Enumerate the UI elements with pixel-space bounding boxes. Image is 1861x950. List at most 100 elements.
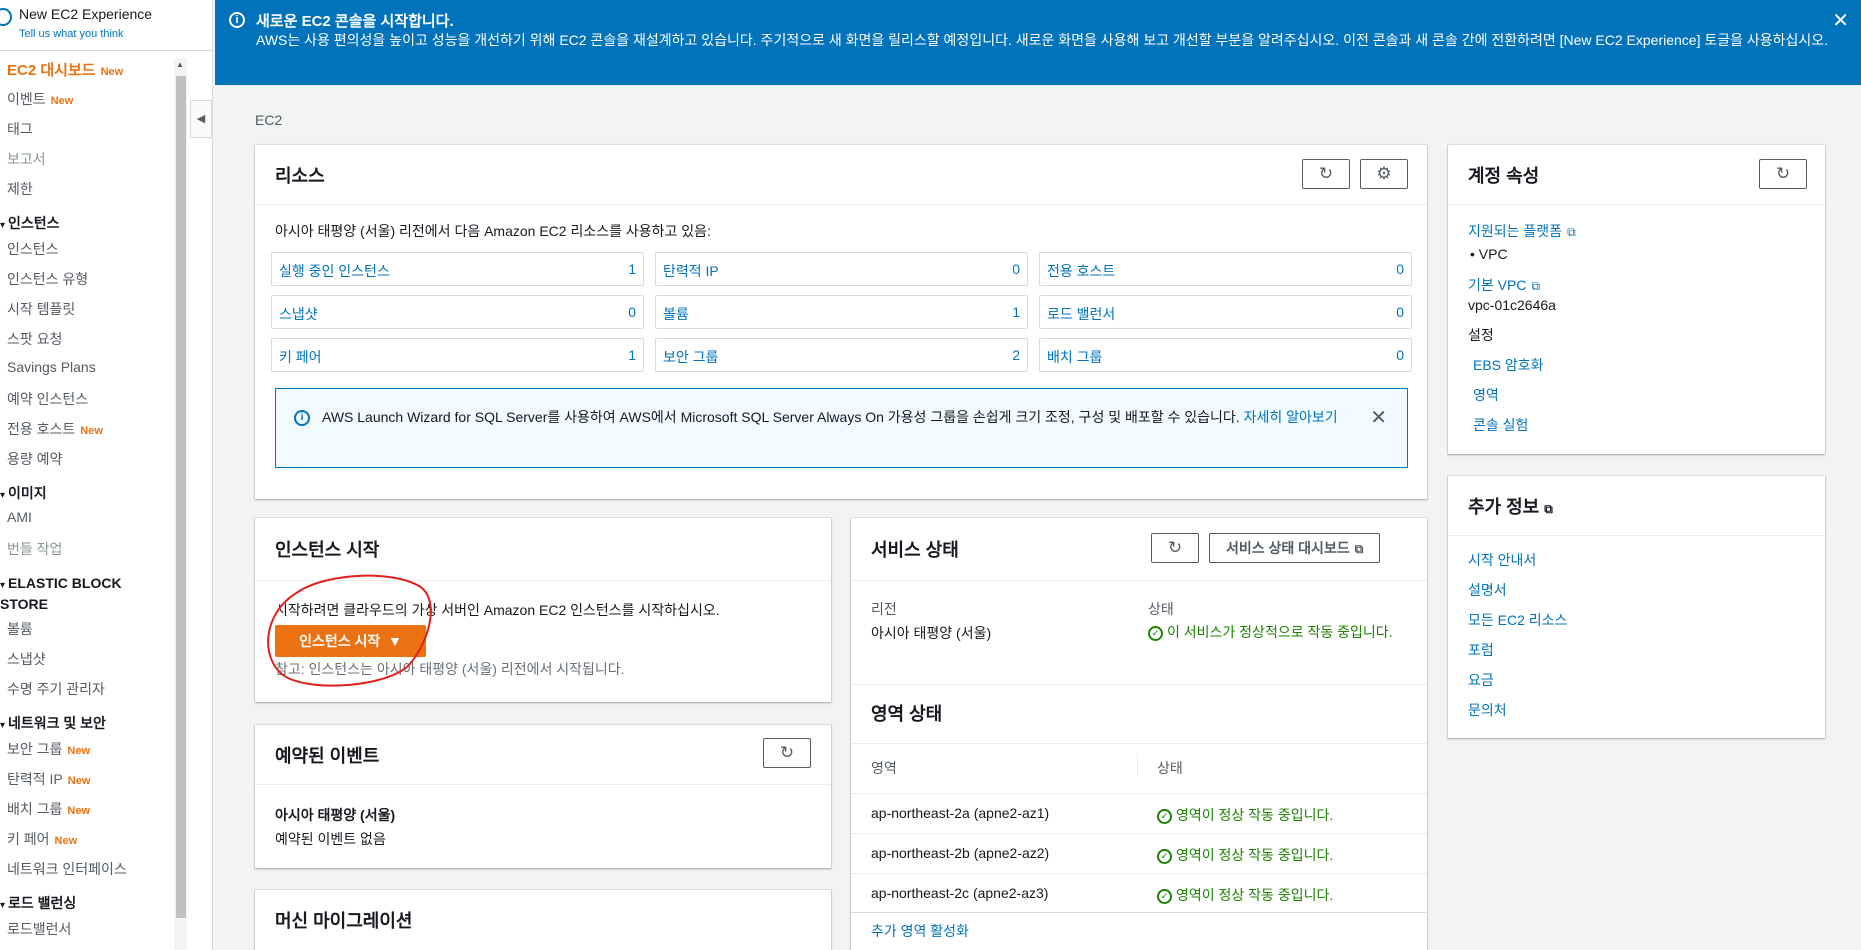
nav-capacity-reservations[interactable]: 용량 예약 <box>7 449 62 469</box>
resource-running-instances[interactable]: 실행 중인 인스턴스 1 <box>271 252 644 286</box>
refresh-button[interactable]: ↻ <box>1151 533 1199 563</box>
pricing-link[interactable]: 요금 <box>1468 670 1494 690</box>
status-label: 상태 <box>1148 601 1174 617</box>
nav-load-balancers[interactable]: 로드밸런서 <box>7 919 71 939</box>
resource-dedicated-hosts[interactable]: 전용 호스트 0 <box>1039 252 1412 286</box>
divider <box>851 580 1427 581</box>
resource-placement-groups[interactable]: 배치 그룹 0 <box>1039 338 1412 372</box>
nav-ami[interactable]: AMI <box>7 509 32 525</box>
nav-bundle-tasks[interactable]: 번들 작업 <box>7 539 62 559</box>
scrollbar-thumb[interactable] <box>176 76 186 918</box>
new-badge: New <box>100 66 124 78</box>
divider <box>1448 204 1825 205</box>
resource-volumes[interactable]: 볼륨 1 <box>655 295 1028 329</box>
ebs-encryption-link[interactable]: EBS 암호화 <box>1473 355 1544 375</box>
divider <box>851 743 1427 744</box>
caret-down-icon: ▾ <box>0 900 6 911</box>
nav-instances[interactable]: 인스턴스 <box>7 239 59 259</box>
new-badge: New <box>67 745 91 757</box>
nav-reserved-instances[interactable]: 예약 인스턴스 <box>7 389 88 409</box>
nav-dedicated-hosts[interactable]: 전용 호스트 New <box>7 419 103 439</box>
scheduled-events-panel: 예약된 이벤트 ↻ 아시아 태평양 (서울) 예약된 이벤트 없음 <box>255 725 831 868</box>
nav-dashboard[interactable]: EC2 대시보드 New <box>7 59 123 80</box>
sidebar-divider <box>0 50 212 51</box>
sidebar-scrollbar[interactable]: ▲ <box>174 58 187 950</box>
documentation-link[interactable]: 설명서 <box>1468 580 1507 600</box>
nav-launch-templates[interactable]: 시작 템플릿 <box>7 299 75 319</box>
console-experiments-link[interactable]: 콘솔 실험 <box>1473 415 1528 435</box>
resource-key-pairs[interactable]: 키 페어 1 <box>271 338 644 372</box>
forums-link[interactable]: 포럼 <box>1468 640 1494 660</box>
info-icon: i <box>229 12 245 28</box>
supported-platforms-link[interactable]: 지원되는 플랫폼 ⧉ <box>1468 221 1576 241</box>
close-icon[interactable]: ✕ <box>1832 8 1849 33</box>
banner-title: 새로운 EC2 콘솔을 시작합니다. <box>256 13 454 30</box>
new-experience-toggle[interactable]: New EC2 Experience Tell us what you thin… <box>0 6 212 56</box>
divider <box>851 684 1427 685</box>
external-link-icon: ⧉ <box>1544 502 1553 516</box>
service-health-dashboard-button[interactable]: 서비스 상태 대시보드 ⧉ <box>1209 533 1381 563</box>
external-link-icon: ⧉ <box>1531 279 1541 293</box>
nav-placement-groups[interactable]: 배치 그룹 New <box>7 799 90 819</box>
nav-reports[interactable]: 보고서 <box>7 149 46 169</box>
machine-migration-panel: 머신 마이그레이션 <box>255 890 831 950</box>
account-title: 계정 속성 <box>1468 166 1540 186</box>
nav-section-instances[interactable]: ▾ 인스턴스 <box>0 213 60 233</box>
nav-key-pairs[interactable]: 키 페어 New <box>7 829 77 849</box>
nav-elastic-ips[interactable]: 탄력적 IP New <box>7 769 90 789</box>
divider <box>255 204 1427 205</box>
region-label: 리전 <box>871 601 897 617</box>
col-status-header: 상태 <box>1157 760 1183 776</box>
nav-lifecycle-manager[interactable]: 수명 주기 관리자 <box>7 679 105 699</box>
collapse-sidebar-button[interactable]: ◀ <box>190 100 212 138</box>
new-badge: New <box>80 425 103 437</box>
resource-load-balancers[interactable]: 로드 밸런서 0 <box>1039 295 1412 329</box>
new-badge: New <box>50 95 74 107</box>
contact-link[interactable]: 문의처 <box>1468 700 1507 720</box>
resource-elastic-ips[interactable]: 탄력적 IP 0 <box>655 252 1028 286</box>
nav-section-ebs[interactable]: ▾ ELASTIC BLOCK STORE <box>0 574 150 613</box>
refresh-button[interactable]: ↻ <box>763 738 811 768</box>
resource-security-groups[interactable]: 보안 그룹 2 <box>655 338 1028 372</box>
service-health-panel: 서비스 상태 ↻ 서비스 상태 대시보드 ⧉ 리전 아시아 태평양 (서울) 상태… <box>851 518 1427 950</box>
nav-limits[interactable]: 제한 <box>7 179 33 199</box>
nav-section-network[interactable]: ▾ 네트워크 및 보안 <box>0 713 106 733</box>
zone-status: ✓ 영역이 정상 작동 중입니다. <box>1157 885 1333 905</box>
nav-volumes[interactable]: 볼륨 <box>7 619 33 639</box>
nav-snapshots[interactable]: 스냅샷 <box>7 649 46 669</box>
launch-instance-panel: 인스턴스 시작 시작하려면 클라우드의 가상 서버인 Amazon EC2 인스… <box>255 518 831 702</box>
more-info-title: 추가 정보 ⧉ <box>1468 497 1553 517</box>
close-icon[interactable]: ✕ <box>1370 405 1387 430</box>
banner-body: AWS는 사용 편의성을 높이고 성능을 개선하기 위해 EC2 콘솔을 재설계… <box>256 32 1829 48</box>
refresh-button[interactable]: ↻ <box>1302 159 1350 189</box>
nav-savings-plans[interactable]: Savings Plans <box>7 359 96 375</box>
column-divider <box>1137 754 1138 776</box>
settings-button[interactable]: ⚙ <box>1360 159 1408 189</box>
new-badge: New <box>67 805 91 817</box>
nav-section-load-balancing[interactable]: ▾ 로드 밸런싱 <box>0 893 76 913</box>
scroll-up-icon[interactable]: ▲ <box>176 60 184 69</box>
check-circle-icon: ✓ <box>1157 889 1172 904</box>
settings-label: 설정 <box>1468 327 1494 343</box>
default-vpc-link[interactable]: 기본 VPC ⧉ <box>1468 275 1540 295</box>
all-ec2-resources-link[interactable]: 모든 EC2 리소스 <box>1468 610 1567 630</box>
resource-snapshots[interactable]: 스냅샷 0 <box>271 295 644 329</box>
refresh-button[interactable]: ↻ <box>1759 159 1807 189</box>
getting-started-link[interactable]: 시작 안내서 <box>1468 550 1536 570</box>
toggle-switch[interactable] <box>0 8 12 26</box>
nav-spot-requests[interactable]: 스팟 요청 <box>7 329 62 349</box>
nav-section-images[interactable]: ▾ 이미지 <box>0 483 47 503</box>
nav-tags[interactable]: 태그 <box>7 119 33 139</box>
breadcrumb[interactable]: EC2 <box>255 112 282 128</box>
service-status: ✓ 이 서비스가 정상적으로 작동 중입니다. <box>1148 623 1408 642</box>
zones-link[interactable]: 영역 <box>1473 385 1499 405</box>
nav-network-interfaces[interactable]: 네트워크 인터페이스 <box>7 859 127 879</box>
nav-events[interactable]: 이벤트 New <box>7 89 73 109</box>
learn-more-link[interactable]: 자세히 알아보기 <box>1244 409 1338 425</box>
col-zone-header: 영역 <box>871 760 897 776</box>
feedback-link[interactable]: Tell us what you think <box>19 28 124 40</box>
info-icon: i <box>294 410 310 426</box>
nav-instance-types[interactable]: 인스턴스 유형 <box>7 269 88 289</box>
activate-zone-link[interactable]: 추가 영역 활성화 <box>871 921 969 941</box>
nav-security-groups[interactable]: 보안 그룹 New <box>7 739 90 759</box>
